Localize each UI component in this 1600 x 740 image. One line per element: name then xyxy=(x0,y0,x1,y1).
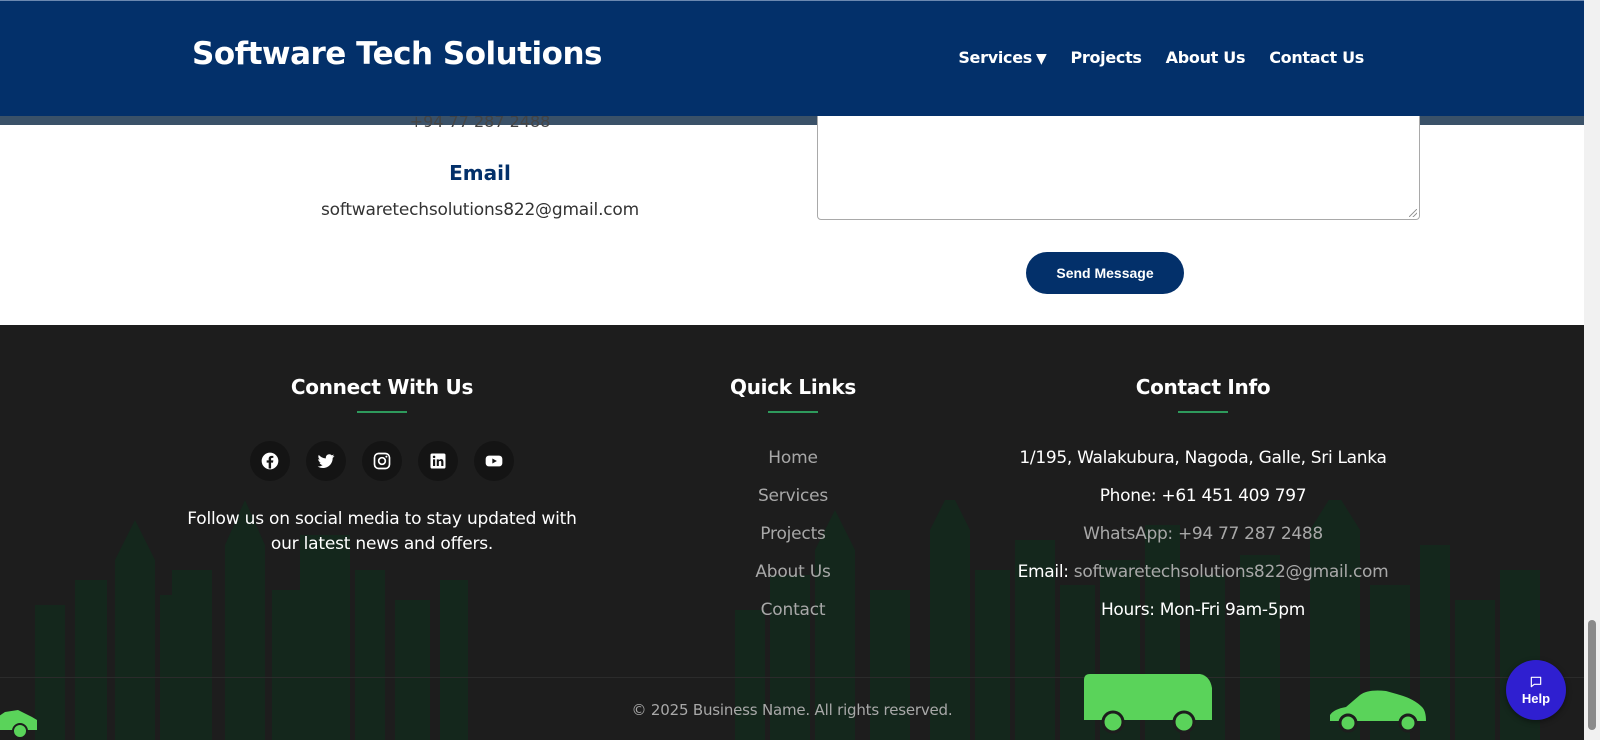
chat-bubble-icon xyxy=(1530,676,1542,687)
brand-logo-text-overlay[interactable]: Software Tech Solutions xyxy=(192,36,602,72)
main-nav-overlay: Services ▼ Projects About Us Contact Us xyxy=(958,48,1364,67)
instagram-icon[interactable] xyxy=(362,441,402,481)
site-header-overlay: Software Tech Solutions Services ▼ Projec… xyxy=(0,0,1584,116)
nav-projects-overlay[interactable]: Projects xyxy=(1070,48,1142,67)
help-chat-button[interactable]: Help xyxy=(1506,660,1566,720)
footer-divider xyxy=(0,677,1584,678)
contact-info-title: Contact Info xyxy=(1135,375,1271,399)
nav-contact-overlay[interactable]: Contact Us xyxy=(1269,48,1364,67)
nav-services-overlay[interactable]: Services ▼ xyxy=(958,48,1046,67)
follow-us-text: Follow us on social media to stay update… xyxy=(187,509,577,554)
contact-info-list: 1/195, Walakubura, Nagoda, Galle, Sri La… xyxy=(978,439,1428,629)
contact-info-title-underline xyxy=(1178,411,1228,413)
contact-whatsapp-link[interactable]: WhatsApp: +94 77 287 2488 xyxy=(1083,524,1323,544)
quick-link-contact[interactable]: Contact xyxy=(693,591,893,629)
quick-links-column: Quick Links Home Services Projects About… xyxy=(693,375,893,629)
resize-handle-icon[interactable] xyxy=(1409,209,1417,217)
connect-title-underline xyxy=(357,411,407,413)
contact-email-line: Email: softwaretechsolutions822@gmail.co… xyxy=(978,553,1428,591)
contact-phone: Phone: +61 451 409 797 xyxy=(1099,486,1307,506)
nav-services-label-overlay: Services xyxy=(958,48,1032,67)
youtube-icon[interactable] xyxy=(474,441,514,481)
scrollbar-thumb[interactable] xyxy=(1588,620,1596,730)
contact-email-link[interactable]: softwaretechsolutions822@gmail.com xyxy=(1074,562,1389,582)
car-left-icon xyxy=(0,710,37,739)
quick-link-projects[interactable]: Projects xyxy=(693,515,893,553)
twitter-icon[interactable] xyxy=(306,441,346,481)
contact-hours: Hours: Mon-Fri 9am-5pm xyxy=(1100,600,1306,620)
contact-email-value: softwaretechsolutions822@gmail.com xyxy=(320,200,639,220)
contact-email-heading: Email xyxy=(449,161,511,185)
send-message-button[interactable]: Send Message xyxy=(1026,252,1184,294)
caret-down-icon: ▼ xyxy=(1035,51,1047,67)
quick-link-home[interactable]: Home xyxy=(693,439,893,477)
social-links xyxy=(182,441,582,481)
connect-column: Connect With Us Follow us on social medi… xyxy=(182,375,582,557)
quick-link-services[interactable]: Services xyxy=(693,477,893,515)
car-right-icon xyxy=(1330,690,1426,733)
connect-title: Connect With Us xyxy=(290,375,474,399)
page-scrollbar[interactable] xyxy=(1584,0,1600,740)
contact-email-label: Email: xyxy=(1017,562,1069,582)
contact-address: 1/195, Walakubura, Nagoda, Galle, Sri La… xyxy=(1019,448,1387,468)
van-icon xyxy=(1084,674,1212,734)
help-label: Help xyxy=(1521,690,1551,706)
message-textarea[interactable] xyxy=(817,110,1420,220)
contact-info-column: Contact Info 1/195, Walakubura, Nagoda, … xyxy=(978,375,1428,629)
site-footer: Connect With Us Follow us on social medi… xyxy=(0,325,1584,740)
facebook-icon[interactable] xyxy=(250,441,290,481)
quick-links-title: Quick Links xyxy=(730,375,856,399)
nav-about-overlay[interactable]: About Us xyxy=(1166,48,1246,67)
linkedin-icon[interactable] xyxy=(418,441,458,481)
quick-links-list: Home Services Projects About Us Contact xyxy=(693,439,893,629)
quick-links-title-underline xyxy=(768,411,818,413)
quick-link-about[interactable]: About Us xyxy=(693,553,893,591)
